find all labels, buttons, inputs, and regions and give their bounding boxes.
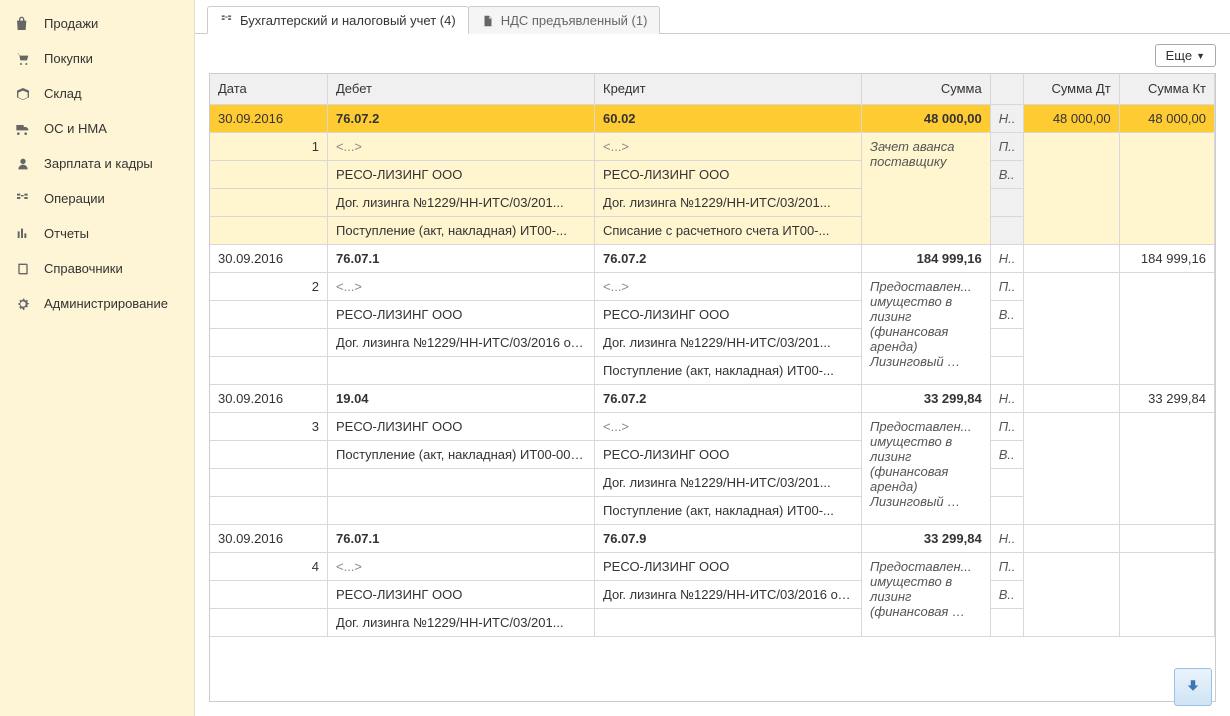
entry-row[interactable]: 1 <...> <...> Зачет аванса поставщику П.… (210, 132, 1215, 160)
sidebar-item-4[interactable]: Зарплата и кадры (0, 146, 194, 181)
book-icon (14, 260, 32, 278)
gear-icon (14, 295, 32, 313)
main-area: Бухгалтерский и налоговый учет (4) НДС п… (195, 0, 1230, 716)
entry-header[interactable]: 30.09.2016 76.07.2 60.02 48 000,00 Н.. 4… (210, 104, 1215, 132)
tab-0[interactable]: Бухгалтерский и налоговый учет (4) (207, 6, 469, 34)
box-icon (14, 85, 32, 103)
col-debit[interactable]: Дебет (328, 74, 595, 104)
sidebar-item-0[interactable]: Продажи (0, 6, 194, 41)
sidebar: Продажи Покупки Склад ОС и НМА Зарплата … (0, 0, 195, 716)
tabs: Бухгалтерский и налоговый учет (4) НДС п… (195, 0, 1230, 34)
sidebar-item-label: Продажи (44, 16, 98, 31)
sidebar-item-5[interactable]: Операции (0, 181, 194, 216)
col-date[interactable]: Дата (210, 74, 328, 104)
postings-table: Дата Дебет Кредит Сумма Сумма Дт Сумма К… (210, 74, 1215, 637)
sidebar-item-7[interactable]: Справочники (0, 251, 194, 286)
entry-row[interactable]: 4 <...> РЕСО-ЛИЗИНГ ООО Предоставлен... … (210, 552, 1215, 580)
chart-icon (14, 225, 32, 243)
toolbar: Еще ▼ (195, 34, 1230, 73)
sidebar-item-label: Администрирование (44, 296, 168, 311)
truck-icon (14, 120, 32, 138)
tab-label: Бухгалтерский и налоговый учет (4) (240, 13, 456, 28)
entry-row[interactable]: 2 <...> <...> Предоставлен... имущество … (210, 272, 1215, 300)
col-sum[interactable]: Сумма (862, 74, 991, 104)
sidebar-item-3[interactable]: ОС и НМА (0, 111, 194, 146)
sidebar-item-label: Отчеты (44, 226, 89, 241)
col-sum-dt[interactable]: Сумма Дт (1024, 74, 1119, 104)
tab-1[interactable]: НДС предъявленный (1) (468, 6, 661, 34)
sidebar-item-label: Покупки (44, 51, 93, 66)
bag-icon (14, 15, 32, 33)
person-icon (14, 155, 32, 173)
chevron-down-icon: ▼ (1196, 51, 1205, 61)
entry-header[interactable]: 30.09.2016 76.07.1 76.07.2 184 999,16 Н.… (210, 244, 1215, 272)
sidebar-item-label: Зарплата и кадры (44, 156, 153, 171)
cart-icon (14, 50, 32, 68)
grid-wrap: Дата Дебет Кредит Сумма Сумма Дт Сумма К… (195, 73, 1230, 716)
dtkt-icon (14, 190, 32, 208)
table-header-row: Дата Дебет Кредит Сумма Сумма Дт Сумма К… (210, 74, 1215, 104)
sidebar-item-label: ОС и НМА (44, 121, 107, 136)
scroll-down-button[interactable] (1174, 668, 1212, 706)
entry-header[interactable]: 30.09.2016 76.07.1 76.07.9 33 299,84 Н.. (210, 524, 1215, 552)
col-sum-kt[interactable]: Сумма Кт (1119, 74, 1214, 104)
sidebar-item-label: Склад (44, 86, 82, 101)
sidebar-item-8[interactable]: Администрирование (0, 286, 194, 321)
sidebar-item-6[interactable]: Отчеты (0, 216, 194, 251)
entry-row[interactable]: 3 РЕСО-ЛИЗИНГ ООО <...> Предоставлен... … (210, 412, 1215, 440)
col-op[interactable] (990, 74, 1024, 104)
sidebar-item-1[interactable]: Покупки (0, 41, 194, 76)
tab-label: НДС предъявленный (1) (501, 13, 648, 28)
more-button-label: Еще (1166, 48, 1192, 63)
sidebar-item-2[interactable]: Склад (0, 76, 194, 111)
dtkt-icon (220, 13, 234, 27)
entry-header[interactable]: 30.09.2016 19.04 76.07.2 33 299,84 Н.. 3… (210, 384, 1215, 412)
grid[interactable]: Дата Дебет Кредит Сумма Сумма Дт Сумма К… (209, 73, 1216, 702)
sidebar-item-label: Операции (44, 191, 105, 206)
col-credit[interactable]: Кредит (595, 74, 862, 104)
sidebar-item-label: Справочники (44, 261, 123, 276)
doc-icon (481, 14, 495, 28)
more-button[interactable]: Еще ▼ (1155, 44, 1216, 67)
